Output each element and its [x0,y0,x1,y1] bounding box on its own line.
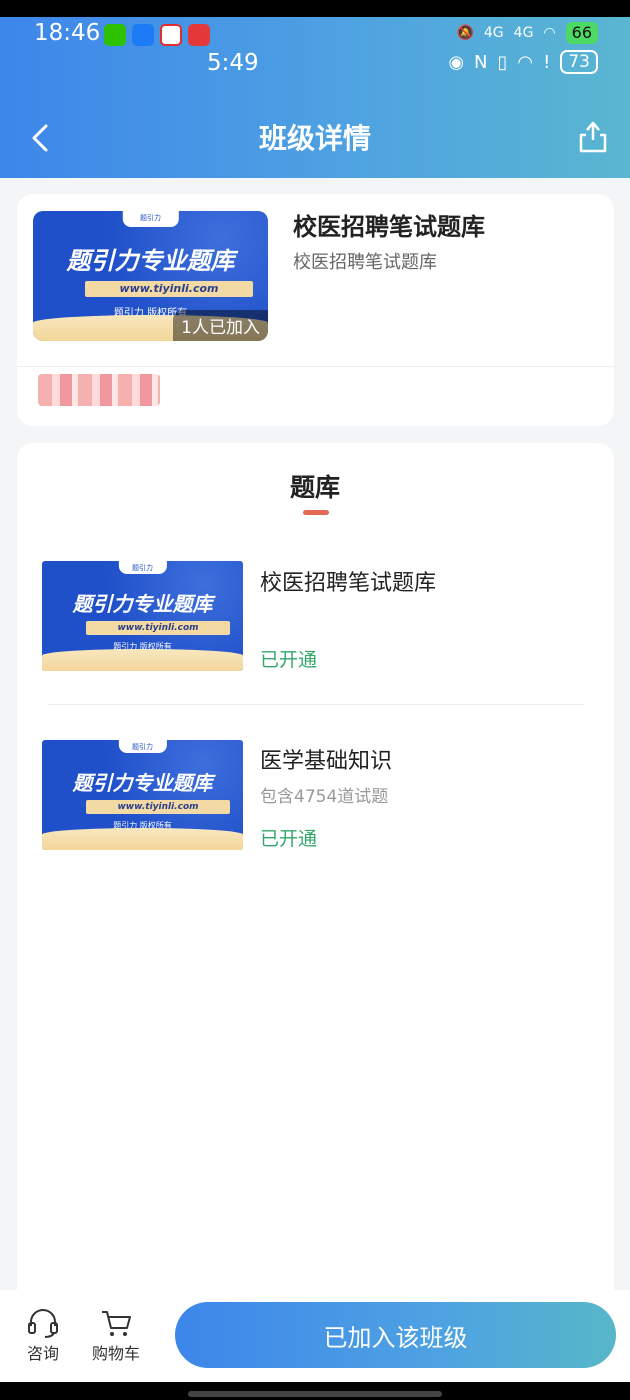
cart-icon [102,1311,131,1336]
banner-brand: 题引力 [132,743,153,751]
consult-label: 咨询 [26,1344,59,1363]
battery-indicator: 66 [565,22,598,44]
consult-button[interactable]: 咨询 [26,1308,60,1364]
banner-brand: 题引力 [132,564,153,572]
joined-count-badge: 1人已加入 [173,310,268,341]
app-red-icon [188,24,210,46]
share-icon[interactable] [578,118,608,154]
banner-url: www.tiyinli.com [85,281,253,297]
app-a-icon [160,24,182,46]
divider [17,366,614,367]
signal-icon: 4G [513,25,534,41]
banner-heading: 题引力专业题库 [66,247,235,275]
status-strip [0,0,630,17]
price-redacted [38,374,160,406]
app-u-icon [132,24,154,46]
status-indicators-secondary: ◉ N ▯ ◠ ! 73 [448,50,598,74]
cart-button[interactable]: 购物车 [92,1308,140,1364]
question-bank-title[interactable]: 医学基础知识 [260,743,392,775]
class-title: 校医招聘笔试题库 [293,213,485,241]
signal-icon: 4G [483,25,504,41]
class-cover-image: 题引力 题引力专业题库 www.tiyinli.com 题引力 版权所有 1人已… [33,211,268,341]
page-title: 班级详情 [258,122,371,155]
status-app-icons [104,24,210,46]
status-time-secondary: 5:49 [207,50,259,76]
headset-icon [28,1309,58,1338]
cart-label: 购物车 [92,1344,141,1363]
question-bank-status: 已开通 [260,828,318,850]
question-bank-cover[interactable]: 题引力 题引力专业题库 www.tiyinli.com 题引力 版权所有 [42,740,243,850]
question-bank-status: 已开通 [260,649,318,671]
home-indicator[interactable] [188,1391,442,1397]
question-bank-description: 包含4754道试题 [260,787,389,807]
eye-icon: ◉ [448,51,465,73]
vibrate-icon: ▯ [497,51,508,73]
status-indicators: 🔕 4G 4G ◠ 66 [456,22,598,44]
banner-url: www.tiyinli.com [86,621,230,635]
mute-icon: 🔕 [456,25,474,41]
banner-url: www.tiyinli.com [86,800,230,814]
joined-class-button[interactable]: 已加入该班级 [175,1302,616,1368]
wechat-icon [104,24,126,46]
banner-brand: 题引力 [140,214,161,222]
nfc-icon: N [474,51,488,73]
status-time: 18:46 [34,20,101,46]
section-underline [303,510,329,515]
banner-heading: 题引力专业题库 [72,592,213,616]
question-bank-title[interactable]: 校医招聘笔试题库 [260,565,436,597]
banner-heading: 题引力专业题库 [72,771,213,795]
alert-icon: ! [543,51,551,73]
wifi-icon: ◠ [517,51,534,73]
class-subtitle: 校医招聘笔试题库 [293,252,437,273]
battery-indicator: 73 [560,50,598,74]
question-bank-cover[interactable]: 题引力 题引力专业题库 www.tiyinli.com 题引力 版权所有 [42,561,243,671]
section-title: 题库 [289,473,340,502]
divider [48,704,584,705]
wifi-icon: ◠ [543,25,556,41]
